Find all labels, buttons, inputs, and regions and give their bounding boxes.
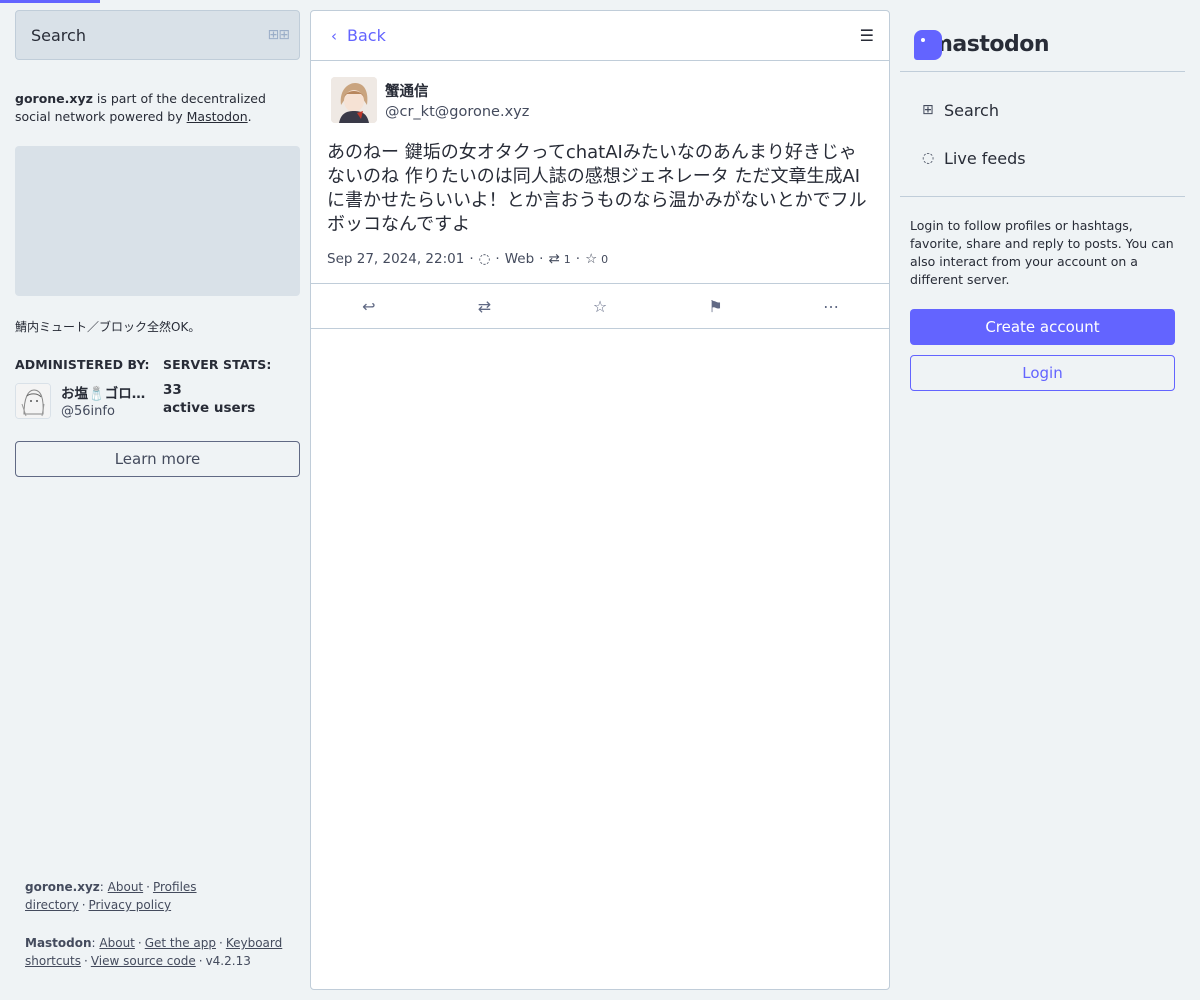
reblog-count[interactable]: 1 <box>564 253 571 266</box>
status-meta: Sep 27, 2024, 22:01 · ◌ · Web · ⇄ 1 · ☆ … <box>327 251 609 267</box>
star-count-icon: ☆ <box>585 251 598 267</box>
server-info: ADMINISTERED BY: お塩🧂ゴロ… @56info SERVER S… <box>15 357 300 419</box>
footer-version: v4.2.13 <box>205 954 251 968</box>
admin-heading: ADMINISTERED BY: <box>15 357 150 372</box>
avatar <box>331 77 377 123</box>
grid-icon: ⊞⊞ <box>267 27 290 43</box>
admin-section: ADMINISTERED BY: お塩🧂ゴロ… @56info <box>15 357 163 419</box>
back-button[interactable]: ‹ Back <box>331 26 386 45</box>
footer-privacy-link[interactable]: Privacy policy <box>89 898 172 912</box>
status-content: あのねー 鍵垢の女オタクってchatAIみたいなのあんまり好きじゃないのね 作り… <box>327 142 867 235</box>
status-action-bar: ↩ ⇄ ☆ ⚑ ⋯ <box>311 284 889 329</box>
logo-text: mastodon <box>930 32 1050 57</box>
admin-handle: @56info <box>61 404 115 419</box>
more-icon[interactable]: ⋯ <box>811 297 851 316</box>
footer-source-link[interactable]: View source code <box>91 954 196 968</box>
globe-icon: ◌ <box>478 251 491 267</box>
footer-mastodon-about-link[interactable]: About <box>99 936 134 950</box>
status-account[interactable]: 蟹通信 @cr_kt@gorone.xyz <box>327 77 873 123</box>
search-input[interactable]: Search ⊞⊞ <box>15 10 300 60</box>
right-sidebar: mastodon ⊞ Search ◌ Live feeds Login to … <box>900 10 1185 391</box>
mastodon-logo[interactable]: mastodon <box>900 10 1185 72</box>
login-info-text: Login to follow profiles or hashtags, fa… <box>910 218 1174 287</box>
stats-heading: SERVER STATS: <box>163 357 272 372</box>
login-button[interactable]: Login <box>910 355 1175 391</box>
back-label: Back <box>347 26 386 45</box>
left-sidebar: Search ⊞⊞ gorone.xyz is part of the dece… <box>15 10 300 990</box>
globe-icon: ◌ <box>922 150 935 166</box>
nav-item-search[interactable]: ⊞ Search <box>900 86 1185 134</box>
active-users-count: 33 <box>163 382 182 398</box>
settings-icon[interactable]: ☰ <box>860 26 874 45</box>
favourite-count[interactable]: 0 <box>601 253 608 266</box>
admin-display-name: お塩🧂ゴロ… <box>61 386 146 402</box>
footer-mastodon: Mastodon <box>25 936 92 950</box>
reply-icon[interactable]: ↩ <box>349 297 389 316</box>
bookmark-icon[interactable]: ⚑ <box>696 297 736 316</box>
nav-live-label: Live feeds <box>944 148 1026 168</box>
status-display-name: 蟹通信 <box>385 84 429 100</box>
active-users-label: active users <box>163 400 256 416</box>
status-application: Web <box>504 251 535 267</box>
search-placeholder: Search <box>31 25 86 45</box>
nav-search-label: Search <box>944 100 999 120</box>
server-about: gorone.xyz is part of the decentralized … <box>15 90 300 126</box>
footer-server: gorone.xyz <box>25 880 100 894</box>
server-banner <box>15 146 300 296</box>
reblog-icon[interactable]: ⇄ <box>464 297 504 316</box>
server-name: gorone.xyz <box>15 91 93 106</box>
mastodon-link[interactable]: Mastodon <box>187 109 248 124</box>
nav-item-live-feeds[interactable]: ◌ Live feeds <box>900 134 1185 182</box>
status-date[interactable]: Sep 27, 2024, 22:01 <box>327 251 464 267</box>
grid-icon: ⊞ <box>922 102 934 118</box>
chevron-left-icon: ‹ <box>331 26 337 45</box>
about-end: . <box>247 109 252 124</box>
stats-section: SERVER STATS: 33 active users <box>163 357 300 419</box>
mastodon-logo-icon <box>914 29 942 60</box>
reblog-count-icon: ⇄ <box>548 251 560 267</box>
loading-bar <box>0 0 100 3</box>
admin-account[interactable]: お塩🧂ゴロ… @56info <box>15 382 163 419</box>
star-icon[interactable]: ☆ <box>580 297 620 316</box>
footer-get-app-link[interactable]: Get the app <box>145 936 216 950</box>
navigation: ⊞ Search ◌ Live feeds <box>900 72 1185 197</box>
status-handle: @cr_kt@gorone.xyz <box>385 104 530 120</box>
create-account-button[interactable]: Create account <box>910 309 1175 345</box>
status-detail: 蟹通信 @cr_kt@gorone.xyz あのねー 鍵垢の女オタクってchat… <box>311 61 889 284</box>
avatar <box>15 382 51 419</box>
main-column: ‹ Back ☰ 蟹通信 @cr_kt@gorone.xyz あのねー 鍵垢の女… <box>310 10 890 990</box>
footer-about-link[interactable]: About <box>108 880 143 894</box>
learn-more-button[interactable]: Learn more <box>15 441 300 477</box>
footer: gorone.xyz: About · Profiles directory · Pri… <box>25 880 283 968</box>
column-header: ‹ Back ☰ <box>311 11 889 61</box>
server-description: 鯖内ミュート／ブロック全然OK。 <box>15 320 201 334</box>
